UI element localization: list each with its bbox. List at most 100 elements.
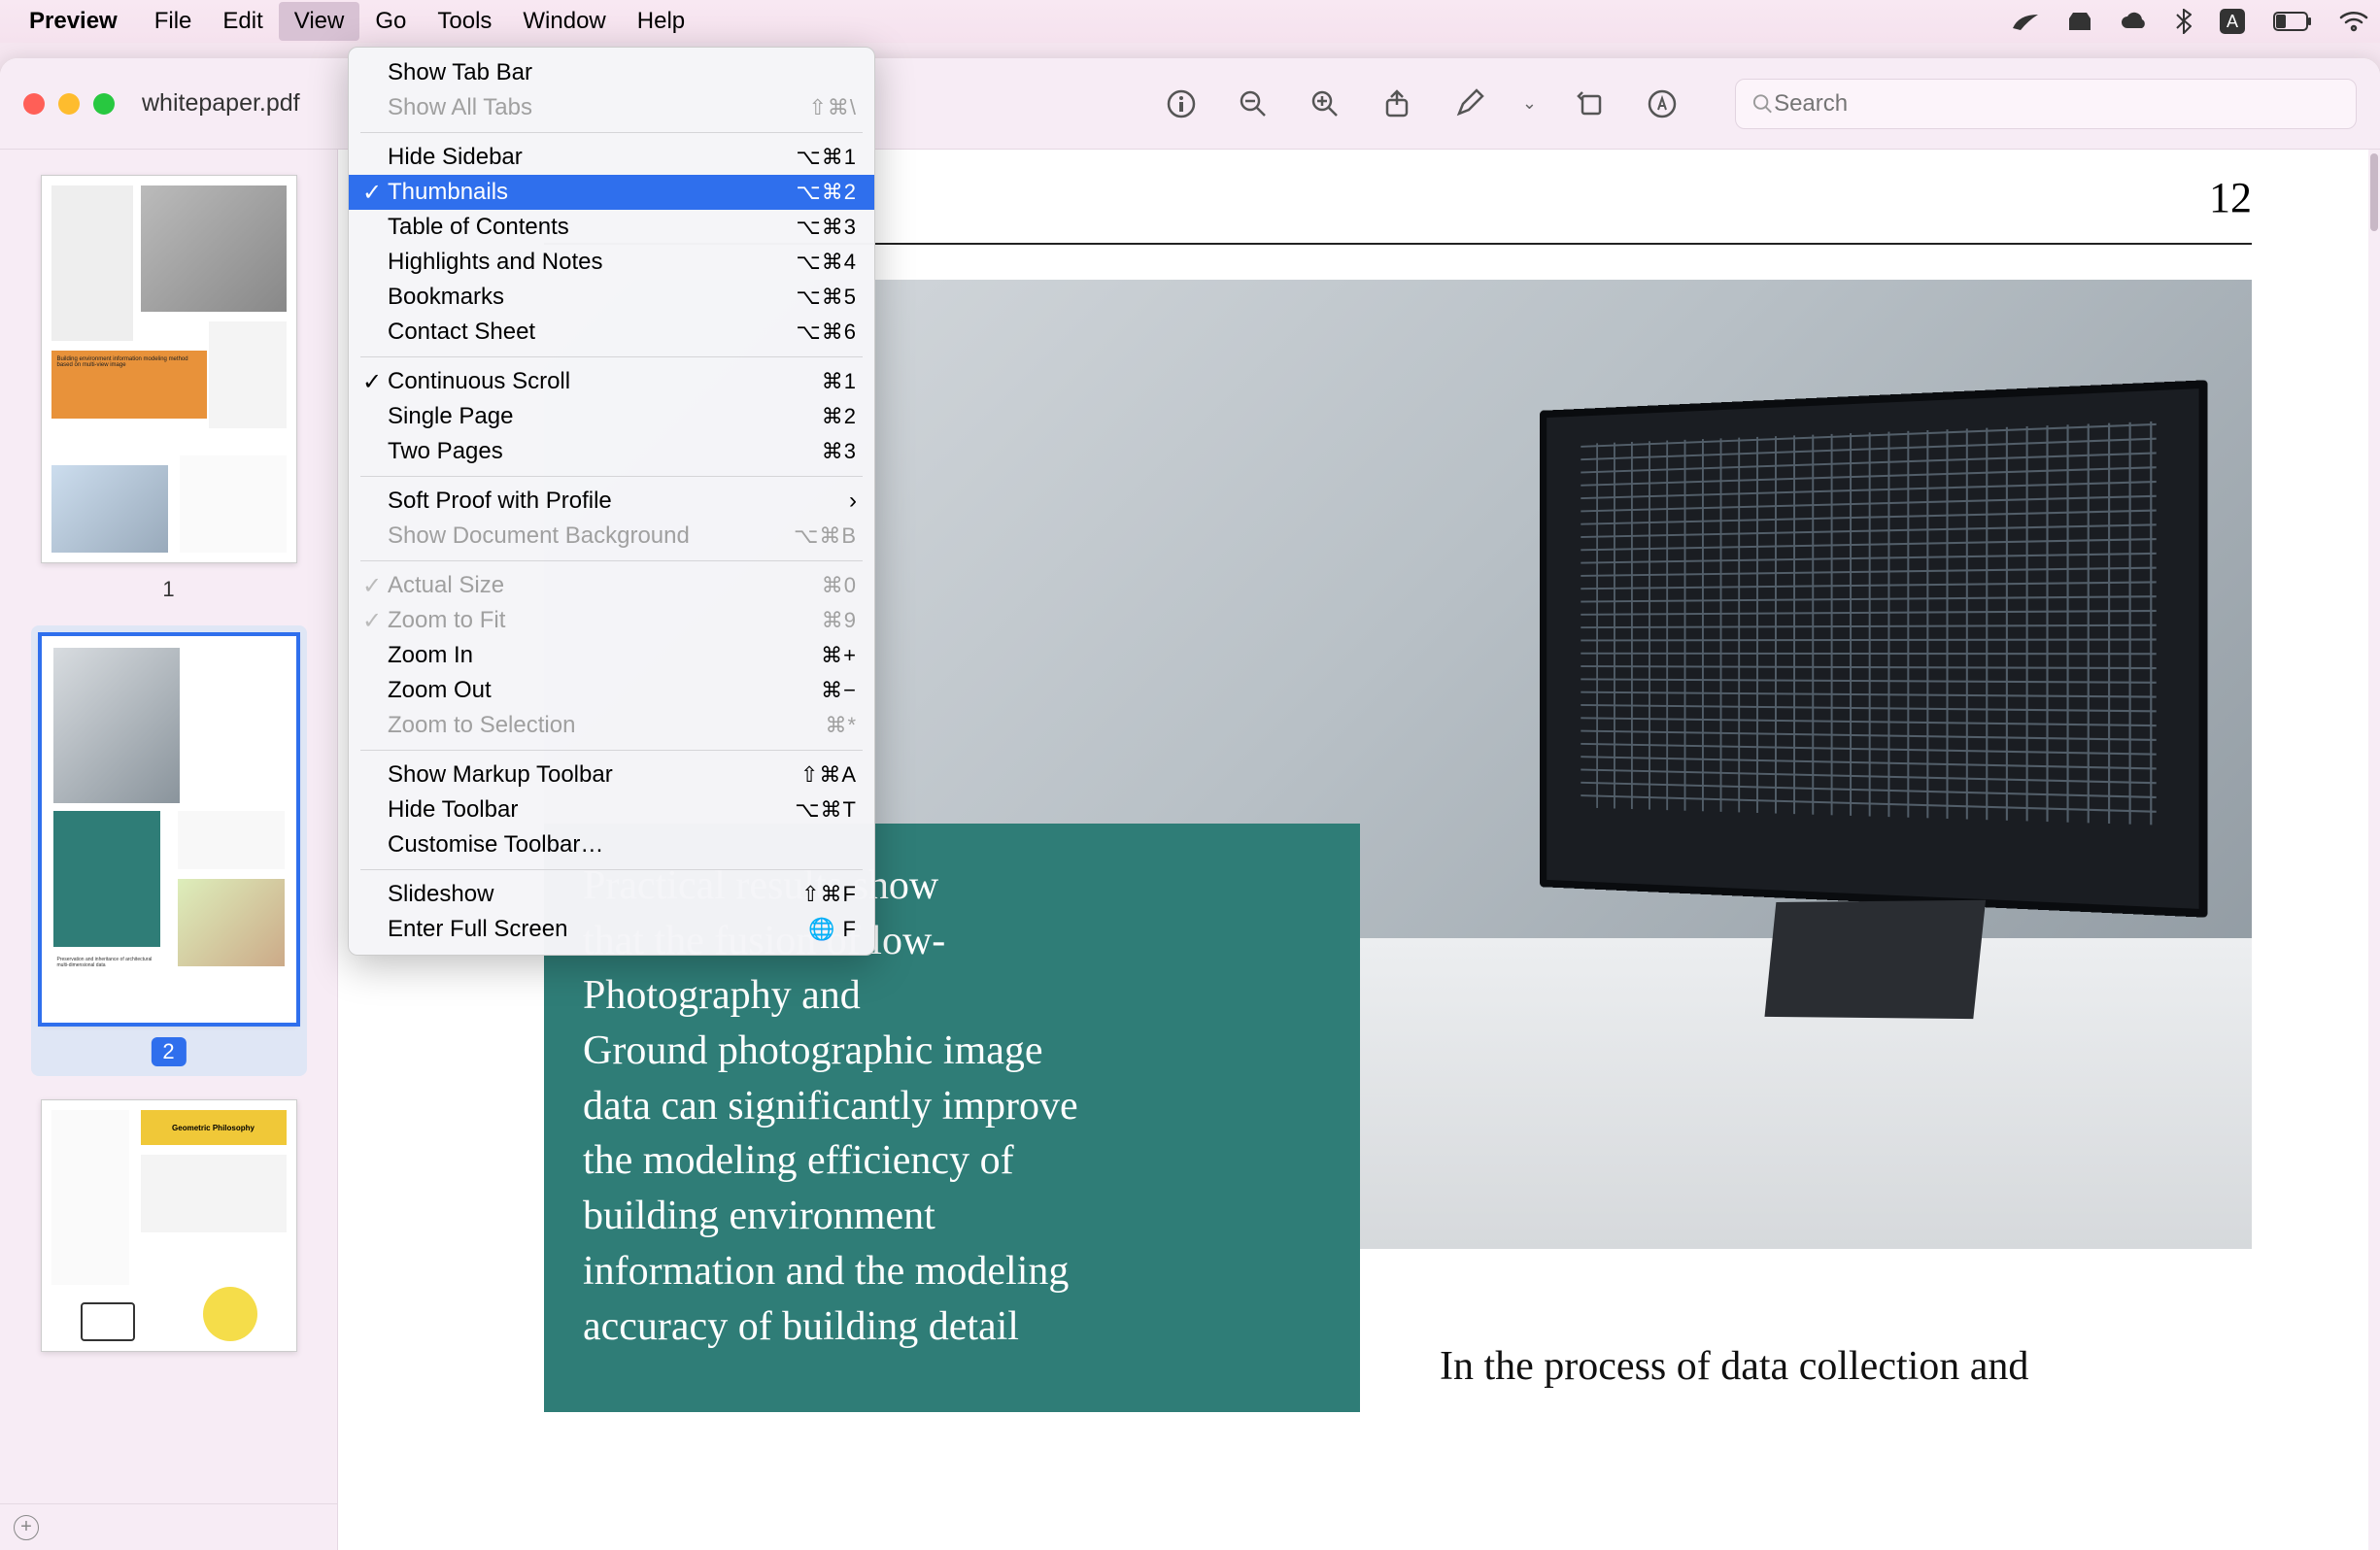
menu-item-label: Thumbnails bbox=[388, 179, 508, 206]
menu-item-label: Slideshow bbox=[388, 881, 493, 908]
search-icon bbox=[1751, 92, 1774, 116]
menu-separator bbox=[360, 560, 863, 561]
menu-item-show-document-background: Show Document Background⌥⌘B bbox=[349, 519, 874, 554]
page-number: 12 bbox=[2209, 173, 2252, 222]
menu-item-enter-full-screen[interactable]: Enter Full Screen🌐 F bbox=[349, 912, 874, 947]
menu-item-label: Actual Size bbox=[388, 572, 504, 599]
menu-item-label: Zoom to Selection bbox=[388, 712, 575, 739]
menu-item-continuous-scroll[interactable]: ✓Continuous Scroll⌘1 bbox=[349, 364, 874, 399]
menu-shortcut: ⌘0 bbox=[822, 573, 857, 598]
box-icon[interactable] bbox=[2067, 11, 2092, 32]
zoom-in-icon[interactable] bbox=[1307, 85, 1343, 122]
zoom-window-button[interactable] bbox=[93, 93, 115, 115]
thumbnail-sidebar: Building environment information modelin… bbox=[0, 150, 338, 1550]
menu-item-label: Show Tab Bar bbox=[388, 59, 532, 86]
add-page-button[interactable]: + bbox=[14, 1515, 39, 1540]
svg-text:A: A bbox=[2227, 12, 2238, 31]
menu-item-slideshow[interactable]: Slideshow ⇧⌘F bbox=[349, 877, 874, 912]
battery-icon[interactable] bbox=[2273, 12, 2312, 31]
menu-item-hide-sidebar[interactable]: Hide Sidebar⌥⌘1 bbox=[349, 140, 874, 175]
bluetooth-icon[interactable] bbox=[2176, 9, 2192, 34]
menu-item-label: Zoom Out bbox=[388, 677, 492, 704]
menu-view[interactable]: View bbox=[279, 2, 360, 41]
menu-item-table-of-contents[interactable]: Table of Contents⌥⌘3 bbox=[349, 210, 874, 245]
rotate-icon[interactable] bbox=[1572, 85, 1609, 122]
menu-item-zoom-to-fit: ✓Zoom to Fit⌘9 bbox=[349, 603, 874, 638]
menu-tools[interactable]: Tools bbox=[422, 2, 507, 41]
menu-file[interactable]: File bbox=[139, 2, 208, 41]
menu-item-highlights-and-notes[interactable]: Highlights and Notes⌥⌘4 bbox=[349, 245, 874, 280]
swoosh-icon[interactable] bbox=[2011, 11, 2040, 32]
menu-separator bbox=[360, 356, 863, 357]
menu-shortcut: ⌘9 bbox=[822, 608, 857, 633]
view-menu-dropdown: Show Tab Bar Show All Tabs ⇧⌘\ Hide Sidebar… bbox=[348, 47, 875, 956]
menu-item-thumbnails[interactable]: ✓Thumbnails⌥⌘2 bbox=[349, 175, 874, 210]
thumbnail-page-1[interactable]: Building environment information modelin… bbox=[41, 175, 297, 602]
menu-separator bbox=[360, 132, 863, 133]
cloud-icon[interactable] bbox=[2120, 11, 2149, 32]
menu-item-single-page[interactable]: Single Page ⌘2 bbox=[349, 399, 874, 434]
wifi-icon[interactable] bbox=[2339, 11, 2368, 32]
menu-shortcut: ⌥⌘5 bbox=[796, 285, 857, 310]
menu-item-hide-toolbar[interactable]: Hide Toolbar⌥⌘T bbox=[349, 792, 874, 827]
menu-item-zoom-in[interactable]: Zoom In⌘+ bbox=[349, 638, 874, 673]
thumbnail-number: 1 bbox=[41, 577, 297, 602]
menu-item-label: Enter Full Screen bbox=[388, 916, 567, 943]
vertical-scrollbar[interactable] bbox=[2368, 150, 2380, 1550]
menu-item-two-pages[interactable]: Two Pages ⌘3 bbox=[349, 434, 874, 469]
menu-item-label: Hide Sidebar bbox=[388, 144, 523, 171]
menu-shortcut: ⌘2 bbox=[822, 404, 857, 429]
menu-window[interactable]: Window bbox=[507, 2, 621, 41]
close-window-button[interactable] bbox=[23, 93, 45, 115]
highlight-icon[interactable] bbox=[1450, 85, 1487, 122]
thumb1-orange-block: Building environment information modelin… bbox=[51, 351, 207, 419]
menu-item-show-all-tabs: Show All Tabs ⇧⌘\ bbox=[349, 90, 874, 125]
search-field[interactable] bbox=[1735, 79, 2357, 129]
menu-item-soft-proof-with-profile[interactable]: Soft Proof with Profile› bbox=[349, 484, 874, 519]
menu-item-label: Contact Sheet bbox=[388, 319, 535, 346]
menu-item-show-tab-bar[interactable]: Show Tab Bar bbox=[349, 55, 874, 90]
menu-item-zoom-to-selection: Zoom to Selection⌘* bbox=[349, 708, 874, 743]
check-icon: ✓ bbox=[362, 572, 382, 600]
menu-go[interactable]: Go bbox=[359, 2, 422, 41]
menu-shortcut: ⌘+ bbox=[821, 643, 857, 668]
info-icon[interactable] bbox=[1163, 85, 1200, 122]
thumbnail-page-3[interactable]: Geometric Philosophy bbox=[41, 1099, 297, 1352]
menu-item-label: Show All Tabs bbox=[388, 94, 532, 121]
menu-item-show-markup-toolbar[interactable]: Show Markup Toolbar⇧⌘A bbox=[349, 758, 874, 792]
menu-item-label: Single Page bbox=[388, 403, 513, 430]
menu-shortcut: ⇧⌘\ bbox=[808, 95, 857, 120]
menu-shortcut: ⌥⌘2 bbox=[796, 180, 857, 205]
menu-shortcut: ⌘3 bbox=[822, 439, 857, 464]
thumb3-title: Geometric Philosophy bbox=[141, 1110, 287, 1145]
menu-item-label: Show Markup Toolbar bbox=[388, 761, 613, 789]
menu-shortcut: ⌥⌘T bbox=[795, 797, 857, 823]
menu-item-label: Customise Toolbar… bbox=[388, 831, 603, 859]
menu-shortcut: ⌥⌘B bbox=[794, 523, 857, 549]
menu-item-label: Highlights and Notes bbox=[388, 249, 602, 276]
markup-icon[interactable] bbox=[1644, 85, 1681, 122]
chevron-down-icon[interactable]: ⌄ bbox=[1522, 93, 1537, 114]
menu-item-zoom-out[interactable]: Zoom Out⌘− bbox=[349, 673, 874, 708]
zoom-out-icon[interactable] bbox=[1235, 85, 1272, 122]
share-icon[interactable] bbox=[1378, 85, 1415, 122]
menu-item-customise-toolbar[interactable]: Customise Toolbar… bbox=[349, 827, 874, 862]
menu-item-contact-sheet[interactable]: Contact Sheet⌥⌘6 bbox=[349, 315, 874, 350]
menu-shortcut: ⇧⌘F bbox=[801, 882, 857, 907]
menu-item-bookmarks[interactable]: Bookmarks ⌥⌘5 bbox=[349, 280, 874, 315]
menu-shortcut: ⌘1 bbox=[822, 369, 857, 394]
menu-help[interactable]: Help bbox=[622, 2, 700, 41]
a-box-icon[interactable]: A bbox=[2219, 8, 2246, 35]
menu-shortcut: ⌥⌘3 bbox=[796, 215, 857, 240]
scrollbar-thumb[interactable] bbox=[2370, 153, 2378, 231]
minimize-window-button[interactable] bbox=[58, 93, 80, 115]
menu-edit[interactable]: Edit bbox=[207, 2, 278, 41]
menu-item-label: Bookmarks bbox=[388, 284, 504, 311]
menu-item-label: Two Pages bbox=[388, 438, 503, 465]
search-input[interactable] bbox=[1774, 90, 2340, 118]
thumbnail-page-2[interactable]: Preservation and inheritance of architec… bbox=[31, 625, 307, 1076]
window-controls bbox=[23, 93, 115, 115]
check-icon: ✓ bbox=[362, 607, 382, 635]
menu-item-label: Continuous Scroll bbox=[388, 368, 570, 395]
app-name[interactable]: Preview bbox=[29, 8, 118, 35]
